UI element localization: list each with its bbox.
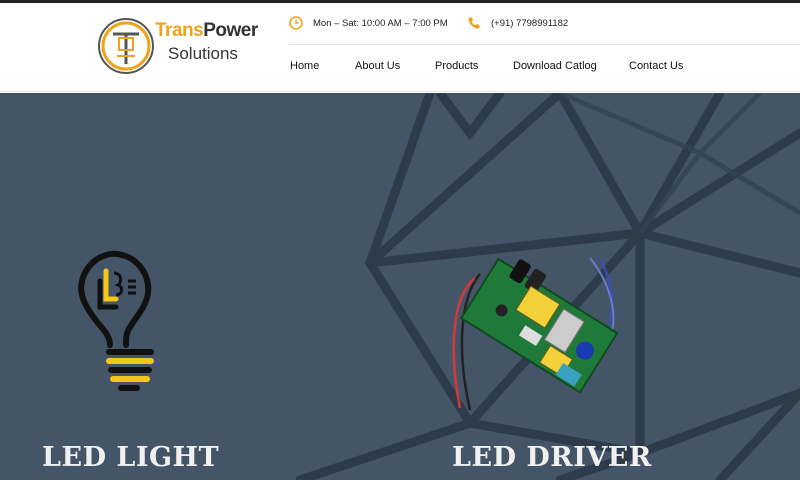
hours-text: Mon – Sat: 10:00 AM – 7:00 PM xyxy=(313,17,448,29)
brand-name: TransPower xyxy=(155,20,258,41)
brand-subtitle: Solutions xyxy=(168,44,238,63)
nav-home[interactable]: Home xyxy=(290,60,319,72)
led-driver-board-image xyxy=(452,257,619,411)
business-hours: Mon – Sat: 10:00 AM – 7:00 PM xyxy=(289,13,448,33)
clock-icon xyxy=(289,16,303,30)
site-header: TransPower Solutions Mon – Sat: 10:00 AM… xyxy=(0,3,800,92)
led-light-title[interactable]: LED LIGHT xyxy=(42,442,219,473)
nav-products[interactable]: Products xyxy=(435,60,478,72)
logo-mark-icon xyxy=(98,18,154,74)
phone-icon xyxy=(468,17,480,29)
nav-contact-us[interactable]: Contact Us xyxy=(629,60,683,72)
led-bulb-icon xyxy=(78,250,154,391)
header-divider xyxy=(289,44,800,45)
led-driver-title[interactable]: LED DRIVER xyxy=(452,442,652,473)
hero-banner: LED LIGHT LED DRIVER xyxy=(0,93,800,480)
phone-contact[interactable]: (+91) 7798991182 xyxy=(467,13,568,33)
phone-number[interactable]: (+91) 7798991182 xyxy=(491,18,568,29)
site-logo[interactable]: TransPower Solutions xyxy=(97,16,277,76)
nav-download-catlog[interactable]: Download Catlog xyxy=(513,60,597,72)
nav-about-us[interactable]: About Us xyxy=(355,60,400,72)
